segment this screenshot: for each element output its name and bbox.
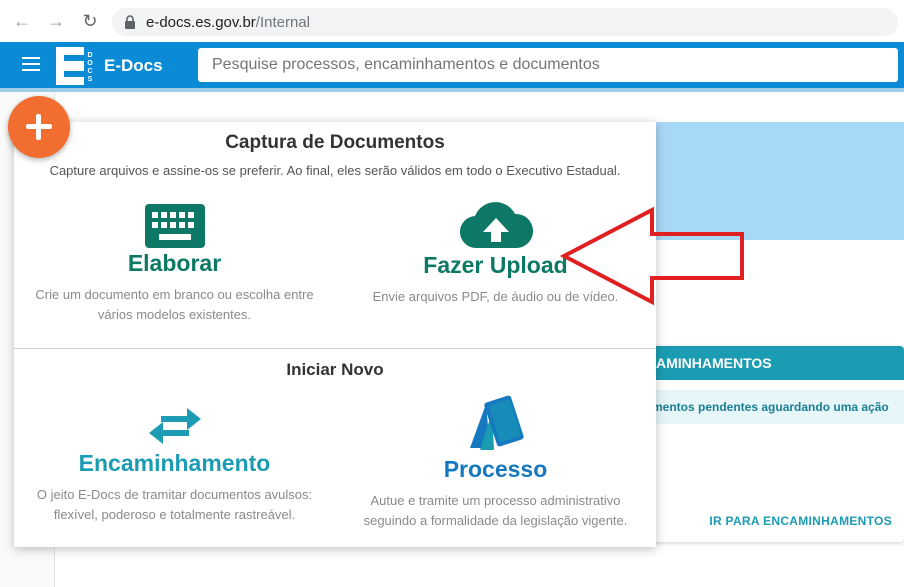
section-divider — [14, 348, 656, 349]
option-encaminhamento[interactable]: Encaminhamento O jeito E-Docs de tramita… — [14, 404, 335, 525]
browser-toolbar: ← → ↻ e-docs.es.gov.br/Internal — [0, 0, 904, 42]
address-bar[interactable]: e-docs.es.gov.br/Internal — [112, 8, 898, 36]
go-to-encaminhamentos-link[interactable]: IR PARA ENCAMINHAMENTOS — [709, 514, 892, 528]
svg-text:O: O — [87, 60, 93, 67]
capture-title: Captura de Documentos — [225, 132, 445, 153]
option-description: Autue e tramite um processo administrati… — [363, 493, 628, 528]
menu-icon[interactable] — [22, 57, 40, 71]
url-path: /Internal — [255, 13, 310, 31]
folder-stack-icon — [469, 395, 524, 450]
svg-text:D: D — [87, 52, 92, 59]
reload-icon[interactable]: ↻ — [78, 9, 102, 33]
svg-text:C: C — [87, 68, 92, 75]
new-title: Iniciar Novo — [286, 360, 384, 379]
lock-icon — [124, 15, 136, 29]
back-icon[interactable]: ← — [10, 9, 34, 33]
capture-menu-popup: Captura de Documentos Capture arquivos e… — [14, 122, 656, 547]
option-description: Crie um documento em branco ou escolha e… — [35, 287, 314, 322]
option-description: O jeito E-Docs de tramitar documentos av… — [36, 487, 313, 522]
option-title: Processo — [443, 456, 548, 482]
swap-arrows-icon — [148, 408, 201, 444]
forward-icon[interactable]: → — [44, 9, 68, 33]
option-processo[interactable]: Processo Autue e tramite um processo adm… — [335, 394, 656, 531]
edocs-logo[interactable]: D O C S — [56, 47, 96, 85]
keyboard-icon — [144, 204, 205, 248]
option-title: Encaminhamento — [78, 450, 271, 476]
cloud-upload-icon — [459, 202, 533, 249]
option-elaborar[interactable]: Elaborar Crie um documento em branco ou … — [14, 204, 335, 325]
url-domain: e-docs.es.gov.br — [146, 13, 256, 31]
brand-name[interactable]: E-Docs — [104, 56, 163, 76]
search-input[interactable]: Pesquise processos, encaminhamentos e do… — [198, 48, 898, 82]
capture-subtitle: Capture arquivos e assine-os se preferir… — [49, 163, 621, 178]
red-arrow-pointer — [560, 206, 744, 306]
option-title: Elaborar — [127, 250, 222, 276]
svg-text:S: S — [88, 76, 93, 83]
add-fab-button[interactable] — [8, 96, 70, 158]
